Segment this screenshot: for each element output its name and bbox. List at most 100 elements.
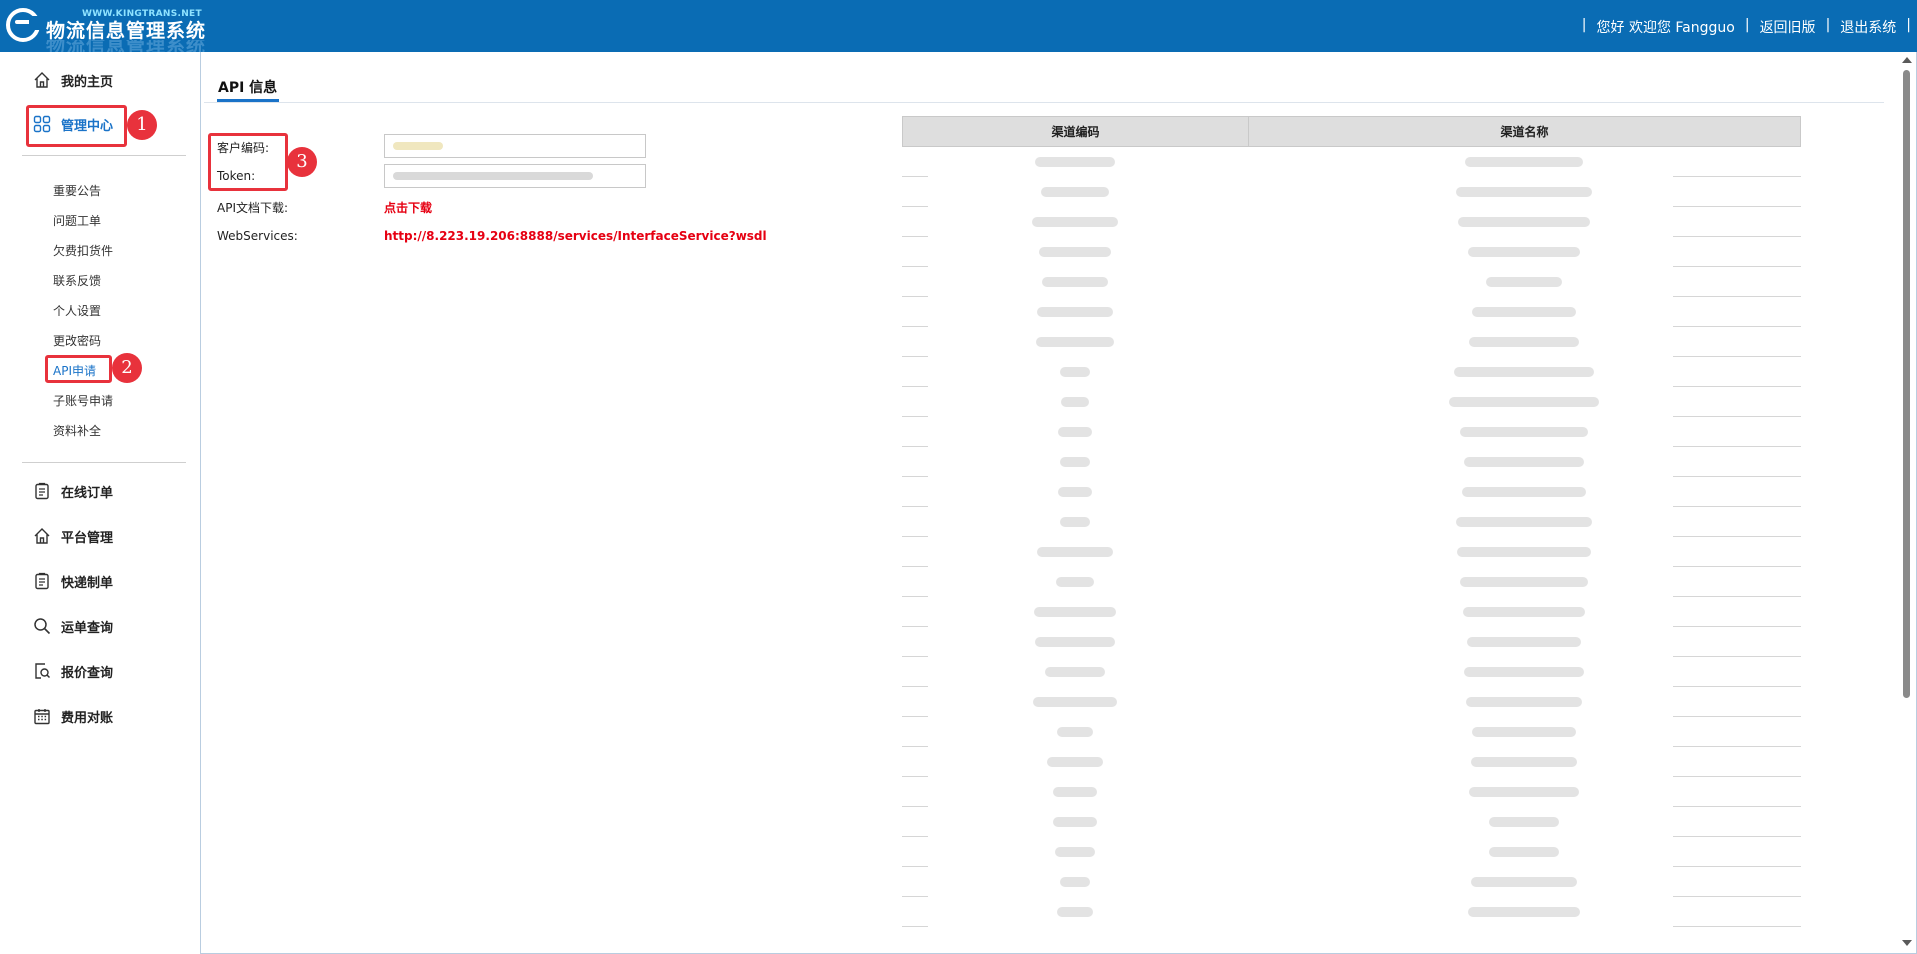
table-row: [902, 807, 1801, 837]
sidebar-sub-item-arrears[interactable]: 欠费扣货件: [53, 242, 113, 259]
redacted-channel-code: [1034, 607, 1116, 617]
table-row: [902, 357, 1801, 387]
scroll-up-arrow-icon[interactable]: [1902, 57, 1912, 63]
channel-table: 渠道编码 渠道名称: [902, 116, 1801, 927]
redacted-channel-code: [1041, 187, 1109, 197]
header-separator: |: [1825, 17, 1831, 33]
sidebar-item-label: 报价查询: [61, 665, 114, 681]
redacted-channel-code: [1032, 217, 1118, 227]
redacted-channel-code: [1037, 307, 1113, 317]
sidebar-divider: [22, 462, 186, 463]
clipboard-icon: [33, 482, 51, 500]
sidebar-item-label: 我的主页: [61, 74, 114, 90]
header-separator: |: [1581, 17, 1587, 33]
tab-divider: [204, 102, 1884, 103]
redacted-channel-code: [1045, 667, 1105, 677]
top-header: WWW.KINGTRANS.NET 物流信息管理系统 物流信息管理系统 | 您好…: [0, 0, 1917, 52]
sidebar-item-fee-reconciliation[interactable]: 费用对账: [33, 705, 113, 727]
logout-link[interactable]: 退出系统: [1840, 17, 1896, 37]
callout-box-3: [208, 133, 288, 191]
search-icon: [33, 617, 51, 635]
redacted-channel-name: [1471, 877, 1577, 887]
redacted-channel-name: [1457, 547, 1591, 557]
table-row: [902, 567, 1801, 597]
home-icon: [33, 71, 51, 89]
api-doc-label: API文档下载:: [217, 201, 289, 215]
sidebar-item-label: 平台管理: [61, 530, 114, 546]
sidebar-item-express-waybill[interactable]: 快递制单: [33, 570, 113, 592]
redacted-channel-name: [1471, 757, 1577, 767]
sidebar-item-online-orders[interactable]: 在线订单: [33, 480, 113, 502]
redacted-channel-code: [1058, 427, 1092, 437]
sidebar-item-home[interactable]: 我的主页: [33, 69, 113, 91]
sidebar-sub-item-announcements[interactable]: 重要公告: [53, 182, 101, 199]
redacted-channel-name: [1460, 427, 1588, 437]
token-field[interactable]: [384, 164, 646, 188]
sidebar-item-platform-management[interactable]: 平台管理: [33, 525, 113, 547]
sidebar-sub-item-feedback[interactable]: 联系反馈: [53, 272, 101, 289]
sidebar-item-label: 在线订单: [61, 485, 114, 501]
scroll-down-arrow-icon[interactable]: [1902, 940, 1912, 946]
table-row: [902, 837, 1801, 867]
table-row: [902, 327, 1801, 357]
redacted-channel-code: [1057, 907, 1093, 917]
table-row: [902, 477, 1801, 507]
redacted-channel-code: [1055, 847, 1095, 857]
redacted-channel-code: [1047, 757, 1103, 767]
document-search-icon: [33, 662, 51, 680]
header-separator: |: [1906, 17, 1911, 33]
row-divider: [902, 926, 928, 927]
redacted-channel-name: [1489, 817, 1559, 827]
redacted-channel-code: [1035, 637, 1115, 647]
scrollbar-thumb[interactable]: [1903, 70, 1910, 698]
table-row: [902, 417, 1801, 447]
table-row: [902, 867, 1801, 897]
redacted-channel-name: [1460, 577, 1588, 587]
redacted-channel-code: [1039, 247, 1111, 257]
header-nav: | 您好 欢迎您 Fangguo | 返回旧版 | 退出系统 |: [1582, 17, 1911, 37]
sidebar-sub-item-sub-account[interactable]: 子账号申请: [53, 392, 113, 409]
webservices-label: WebServices:: [217, 229, 298, 243]
redacted-channel-name: [1464, 667, 1584, 677]
redacted-channel-name: [1472, 307, 1576, 317]
table-row: [902, 297, 1801, 327]
callout-box-2: [45, 355, 112, 383]
redacted-value: [393, 172, 593, 180]
webservices-url-link[interactable]: http://8.223.19.206:8888/services/Interf…: [384, 229, 767, 243]
header-separator: |: [1744, 17, 1750, 33]
redacted-channel-name: [1456, 187, 1592, 197]
redacted-channel-name: [1463, 607, 1585, 617]
redacted-channel-code: [1056, 577, 1094, 587]
column-header-channel-name: 渠道名称: [1500, 125, 1549, 139]
redacted-channel-code: [1042, 277, 1108, 287]
sidebar-item-waybill-query[interactable]: 运单查询: [33, 615, 113, 637]
home-icon: [33, 527, 51, 545]
row-divider: [1673, 926, 1801, 927]
api-doc-download-link[interactable]: 点击下载: [384, 199, 432, 216]
redacted-channel-code: [1053, 787, 1097, 797]
calendar-icon: [33, 707, 51, 725]
sidebar-sub-item-change-password[interactable]: 更改密码: [53, 332, 101, 349]
back-old-version-link[interactable]: 返回旧版: [1760, 17, 1816, 37]
table-row: [902, 237, 1801, 267]
sidebar-sub-item-tickets[interactable]: 问题工单: [53, 212, 101, 229]
tab-api-info[interactable]: API 信息: [218, 77, 277, 97]
table-row: [902, 717, 1801, 747]
customer-code-field[interactable]: [384, 134, 646, 158]
table-row: [902, 657, 1801, 687]
sidebar-item-label: 快递制单: [61, 575, 114, 591]
redacted-channel-name: [1464, 457, 1584, 467]
redacted-channel-name: [1458, 217, 1590, 227]
sidebar-item-label: 费用对账: [61, 710, 114, 726]
logo-reflection: 物流信息管理系统: [46, 40, 207, 52]
callout-box-1: [26, 105, 127, 147]
redacted-channel-name: [1469, 787, 1579, 797]
redacted-value: [393, 142, 443, 150]
sidebar-item-quote-query[interactable]: 报价查询: [33, 660, 113, 682]
redacted-channel-name: [1489, 847, 1559, 857]
sidebar-sub-item-complete-info[interactable]: 资料补全: [53, 422, 101, 439]
table-row: [902, 267, 1801, 297]
redacted-channel-code: [1037, 547, 1113, 557]
sidebar-sub-item-personal-settings[interactable]: 个人设置: [53, 302, 101, 319]
table-row: [902, 897, 1801, 927]
